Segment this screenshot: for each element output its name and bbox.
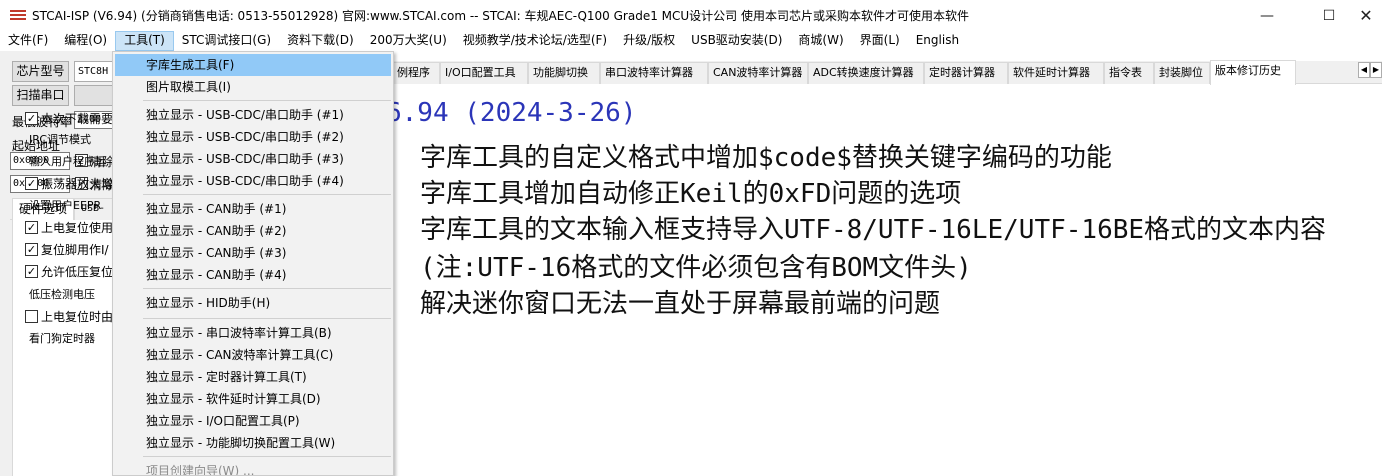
tools-menu-item-17[interactable]: 项目创建向导(W) ... (115, 460, 391, 475)
scan-port-button[interactable]: 扫描串口 (12, 85, 69, 106)
option-label-3: 振荡器放大增 (41, 177, 114, 191)
tools-menu-item-7[interactable]: 独立显示 - CAN助手 (#2) (115, 220, 391, 242)
stc-logo-icon (10, 8, 26, 24)
tab-9[interactable]: 封装脚位 (1154, 62, 1210, 84)
chip-model-select[interactable]: STC8H (74, 61, 114, 82)
menu-separator (143, 100, 391, 101)
menu-item-8[interactable]: USB驱动安装(D) (683, 31, 790, 51)
option-label-2: 输入用户程序运 (29, 155, 106, 168)
version-heading: 6.94 (2024-3-26) (386, 98, 637, 128)
option-checkbox-3[interactable]: ✓ (25, 177, 38, 190)
tab-6[interactable]: 定时器计算器 (924, 62, 1008, 84)
option-label-8: 低压检测电压 (29, 288, 95, 301)
menu-item-9[interactable]: 商城(W) (790, 31, 851, 51)
option-label-0: 本次下载需要 (41, 112, 114, 126)
tab-3[interactable]: 串口波特率计算器 (600, 62, 708, 84)
tools-menu-item-2[interactable]: 独立显示 - USB-CDC/串口助手 (#1) (115, 104, 391, 126)
menu-item-1[interactable]: 编程(O) (56, 31, 115, 51)
tab-1[interactable]: I/O口配置工具 (440, 62, 528, 84)
tab-2[interactable]: 功能脚切换 (528, 62, 600, 84)
option-label-1: IRC调节模式 (29, 133, 92, 146)
port-select[interactable] (74, 85, 114, 106)
tab-5[interactable]: ADC转换速度计算器 (808, 62, 924, 84)
tools-menu-item-9[interactable]: 独立显示 - CAN助手 (#4) (115, 264, 391, 286)
tools-menu-item-1[interactable]: 图片取模工具(I) (115, 76, 391, 98)
tab-10[interactable]: 版本修订历史 (1210, 60, 1296, 85)
menu-item-10[interactable]: 界面(L) (852, 31, 908, 51)
option-checkbox-5[interactable]: ✓ (25, 221, 38, 234)
tools-menu-item-15[interactable]: 独立显示 - I/O口配置工具(P) (115, 410, 391, 432)
history-line-1: 字库工具增加自动修正Keil的0xFD问题的选项 (420, 179, 962, 209)
tools-menu-item-12[interactable]: 独立显示 - CAN波特率计算工具(C) (115, 344, 391, 366)
menu-item-5[interactable]: 200万大奖(U) (362, 31, 455, 51)
menu-item-2[interactable]: 工具(T) (115, 31, 174, 51)
tab-scroll-left-icon[interactable]: ◀ (1358, 62, 1370, 78)
tools-menu-item-4[interactable]: 独立显示 - USB-CDC/串口助手 (#3) (115, 148, 391, 170)
option-label-10: 看门狗定时器 (29, 332, 95, 345)
tools-menu-item-5[interactable]: 独立显示 - USB-CDC/串口助手 (#4) (115, 170, 391, 192)
menu-separator (143, 194, 391, 195)
tab-4[interactable]: CAN波特率计算器 (708, 62, 808, 84)
chip-model-button[interactable]: 芯片型号 (12, 61, 69, 82)
option-label-6: 复位脚用作I/ (41, 243, 109, 257)
history-line-0: 字库工具的自定义格式中增加$code$替换关键字编码的功能 (420, 143, 1112, 173)
tools-menu-item-16[interactable]: 独立显示 - 功能脚切换配置工具(W) (115, 432, 391, 454)
hardware-options-panel: ✓ 本次下载需要 IRC调节模式 输入用户程序运 ✓ 振荡器放大增 设置用户EEPR ✓ 上电复… (12, 112, 114, 476)
tab-0[interactable]: 例程序 (392, 62, 440, 84)
window-title: STCAI-ISP (V6.94) (分销商销售电话: 0513-5501292… (32, 9, 969, 23)
menu-item-7[interactable]: 升级/版权 (615, 31, 683, 51)
option-label-5: 上电复位使用 (41, 221, 114, 235)
option-label-7: 允许低压复位 (41, 265, 114, 279)
history-line-3: (注:UTF-16格式的文件必须包含有BOM文件头) (420, 253, 972, 283)
close-button[interactable]: ✕ (1350, 0, 1382, 31)
option-checkbox-9[interactable] (25, 310, 38, 323)
tab-7[interactable]: 软件延时计算器 (1008, 62, 1104, 84)
menu-item-11[interactable]: English (908, 31, 967, 51)
menu-bar: 文件(F) 编程(O) 工具(T) STC调试接口(G) 资料下载(D) 200万大奖(U… (0, 31, 1382, 51)
option-label-9: 上电复位时由 (41, 310, 114, 324)
tools-menu-item-13[interactable]: 独立显示 - 定时器计算工具(T) (115, 366, 391, 388)
menu-item-3[interactable]: STC调试接口(G) (174, 31, 279, 51)
history-line-2: 字库工具的文本输入框支持导入UTF-8/UTF-16LE/UTF-16BE格式的… (420, 215, 1327, 245)
option-label-4: 设置用户EEPR (29, 199, 102, 212)
tab-scroll-right-icon[interactable]: ▶ (1370, 62, 1382, 78)
history-line-4: 解决迷你窗口无法一直处于屏幕最前端的问题 (420, 289, 941, 319)
tools-menu-item-14[interactable]: 独立显示 - 软件延时计算工具(D) (115, 388, 391, 410)
minimize-button[interactable]: — (1244, 0, 1290, 31)
menu-separator (143, 318, 391, 319)
menu-item-0[interactable]: 文件(F) (0, 31, 56, 51)
tools-menu-item-10[interactable]: 独立显示 - HID助手(H) (115, 292, 391, 314)
tools-menu-item-6[interactable]: 独立显示 - CAN助手 (#1) (115, 198, 391, 220)
tools-dropdown-menu: 字库生成工具(F) 图片取模工具(I) 独立显示 - USB-CDC/串口助手 (#… (112, 51, 394, 476)
title-bar: STCAI-ISP (V6.94) (分销商销售电话: 0513-5501292… (0, 0, 1382, 31)
option-checkbox-7[interactable]: ✓ (25, 265, 38, 278)
tools-menu-item-3[interactable]: 独立显示 - USB-CDC/串口助手 (#2) (115, 126, 391, 148)
tab-8[interactable]: 指令表 (1104, 62, 1154, 84)
tools-menu-item-0[interactable]: 字库生成工具(F) (115, 54, 391, 76)
option-checkbox-6[interactable]: ✓ (25, 243, 38, 256)
tab-scroll-arrows: ◀ ▶ (1358, 62, 1382, 78)
maximize-button[interactable]: ☐ (1306, 0, 1352, 31)
menu-separator (143, 288, 391, 289)
menu-item-4[interactable]: 资料下载(D) (279, 31, 362, 51)
menu-separator (143, 456, 391, 457)
menu-item-6[interactable]: 视频教学/技术论坛/选型(F) (455, 31, 615, 51)
tools-menu-item-8[interactable]: 独立显示 - CAN助手 (#3) (115, 242, 391, 264)
tools-menu-item-11[interactable]: 独立显示 - 串口波特率计算工具(B) (115, 322, 391, 344)
option-checkbox-0[interactable]: ✓ (25, 112, 38, 125)
left-panel: 芯片型号 STC8H 扫描串口 最低波特率 2400 起始地址 0x0000 ✓… (0, 51, 114, 476)
